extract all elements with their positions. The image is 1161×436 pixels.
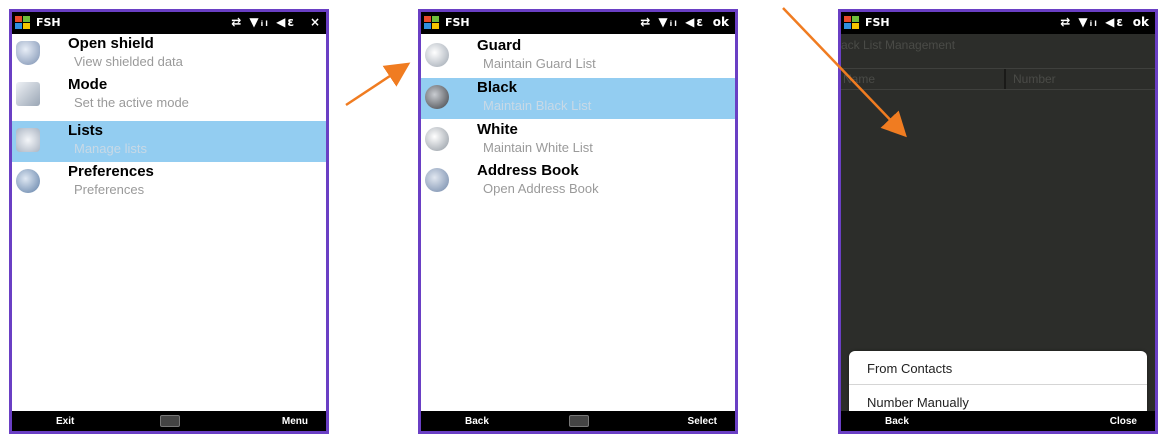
phone-screen-black-list: FSH ⇄ ▼ᵢₗ ◀ε ok ack List Management Name… <box>838 9 1158 434</box>
item-title: Lists <box>68 122 104 139</box>
keyboard-icon[interactable] <box>569 415 589 427</box>
item-subtitle: Set the active mode <box>74 95 189 110</box>
item-title: Preferences <box>68 163 154 180</box>
item-subtitle: View shielded data <box>74 54 183 69</box>
menu-item-address-book[interactable]: Address Book Open Address Book <box>421 161 735 202</box>
menu-softkey[interactable]: Menu <box>282 416 308 427</box>
menu-item-label: From Contacts <box>867 361 953 376</box>
item-subtitle: Maintain White List <box>483 140 593 155</box>
exit-softkey[interactable]: Exit <box>56 416 74 427</box>
windows-start-icon[interactable] <box>424 16 440 30</box>
status-bar: FSH ⇄ ▼ᵢₗ ◀ε ok <box>841 12 1155 34</box>
item-subtitle: Preferences <box>74 182 145 197</box>
phone-screen-lists: FSH ⇄ ▼ᵢₗ ◀ε ok Guard Maintain Guard Lis… <box>418 9 738 434</box>
menu-item-from-contacts[interactable]: From Contacts <box>849 351 1147 384</box>
windows-start-icon[interactable] <box>15 16 31 30</box>
item-title: Open shield <box>68 35 154 52</box>
black-list-icon <box>425 85 449 109</box>
status-bar: FSH ⇄ ▼ᵢₗ ◀ε ok <box>421 12 735 34</box>
ok-button[interactable]: ok <box>1133 15 1149 29</box>
status-icons: ⇄ ▼ᵢₗ ◀ε <box>231 15 296 29</box>
windows-start-icon[interactable] <box>844 16 860 30</box>
select-softkey[interactable]: Select <box>688 416 717 427</box>
status-icons: ⇄ ▼ᵢₗ ◀ε <box>640 15 705 29</box>
menu-item-open-shield[interactable]: Open shield View shielded data <box>12 34 326 75</box>
item-title: Mode <box>68 76 108 93</box>
menu-item-preferences[interactable]: Preferences Preferences <box>12 162 326 203</box>
guard-icon <box>425 43 449 67</box>
menu-item-guard[interactable]: Guard Maintain Guard List <box>421 36 735 77</box>
app-title: FSH <box>865 16 890 29</box>
menu-item-lists[interactable]: Lists Manage lists <box>12 121 326 162</box>
item-subtitle: Maintain Black List <box>483 98 592 113</box>
phone-screen-main-menu: FSH ⇄ ▼ᵢₗ ◀ε × Open shield View shielded… <box>9 9 329 434</box>
column-header-number[interactable]: Number <box>1013 72 1056 86</box>
white-list-icon <box>425 127 449 151</box>
menu-item-white[interactable]: White Maintain White List <box>421 120 735 161</box>
page-title: ack List Management <box>841 38 956 52</box>
softkey-bar: Back Close <box>841 411 1155 431</box>
back-softkey[interactable]: Back <box>465 416 489 427</box>
item-title: Address Book <box>477 162 579 179</box>
address-book-icon <box>425 168 449 192</box>
close-button[interactable]: × <box>310 15 320 29</box>
column-header-name[interactable]: Name <box>843 72 875 86</box>
item-subtitle: Open Address Book <box>483 181 599 196</box>
keyboard-icon[interactable] <box>160 415 180 427</box>
app-title: FSH <box>445 16 470 29</box>
softkey-bar: Exit Menu <box>12 411 326 431</box>
add-entry-popup-menu: From Contacts Number Manually <box>849 351 1147 418</box>
item-subtitle: Manage lists <box>74 141 147 156</box>
status-bar: FSH ⇄ ▼ᵢₗ ◀ε × <box>12 12 326 34</box>
status-icons: ⇄ ▼ᵢₗ ◀ε <box>1060 15 1125 29</box>
shield-icon <box>16 41 40 65</box>
app-title: FSH <box>36 16 61 29</box>
item-subtitle: Maintain Guard List <box>483 56 596 71</box>
menu-item-label: Number Manually <box>867 395 969 410</box>
menu-item-mode[interactable]: Mode Set the active mode <box>12 75 326 116</box>
list-header: Name Number <box>841 68 1155 90</box>
ok-button[interactable]: ok <box>713 15 729 29</box>
menu-item-black[interactable]: Black Maintain Black List <box>421 78 735 119</box>
mode-icon <box>16 82 40 106</box>
lists-icon <box>16 128 40 152</box>
item-title: White <box>477 121 518 138</box>
arrow-to-lists-screen <box>345 62 411 107</box>
back-softkey[interactable]: Back <box>885 416 909 427</box>
preferences-icon <box>16 169 40 193</box>
softkey-bar: Back Select <box>421 411 735 431</box>
item-title: Black <box>477 79 518 96</box>
close-softkey[interactable]: Close <box>1110 416 1137 427</box>
item-title: Guard <box>477 37 522 54</box>
column-divider[interactable] <box>1004 69 1006 89</box>
